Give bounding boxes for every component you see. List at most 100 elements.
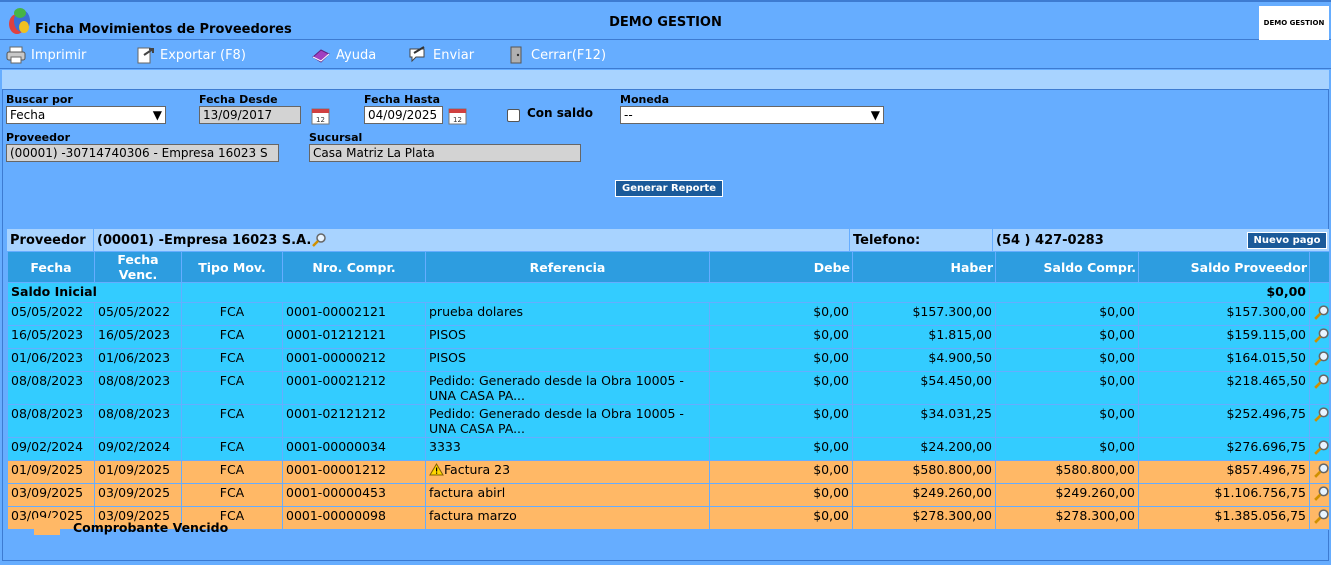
cell-saldo-proveedor: $164.015,50: [1138, 348, 1310, 372]
cell-referencia: Pedido: Generado desde la Obra 10005 - U…: [425, 404, 710, 438]
con-saldo-checkbox[interactable]: [507, 109, 520, 122]
cell-referencia: factura abirl: [425, 483, 710, 507]
fecha-hasta-label: Fecha Hasta: [364, 93, 440, 106]
fecha-desde-field[interactable]: 13/09/2017: [199, 106, 301, 124]
cell-tipo: FCA: [181, 404, 283, 438]
cell-referencia: Pedido: Generado desde la Obra 10005 - U…: [425, 371, 710, 405]
help-button[interactable]: Ayuda: [311, 44, 376, 66]
send-button[interactable]: Enviar: [408, 44, 474, 66]
magnifier-icon[interactable]: [1313, 304, 1330, 321]
provider-bar-label: Proveedor: [7, 229, 94, 251]
close-label: Cerrar(F12): [531, 47, 607, 63]
cell-tipo: FCA: [181, 325, 283, 349]
referencia-text: Factura 23: [444, 462, 511, 477]
cell-haber: $34.031,25: [852, 404, 996, 438]
buscar-por-select[interactable]: Fecha ▼: [6, 106, 166, 124]
col-referencia[interactable]: Referencia: [425, 251, 710, 283]
table-row[interactable]: 01/06/2023 01/06/2023 FCA 0001-00000212 PISO…: [7, 348, 1330, 372]
cell-view[interactable]: [1309, 302, 1330, 326]
export-icon: [137, 47, 154, 64]
moneda-select[interactable]: -- ▼: [620, 106, 884, 124]
referencia-text: PISOS: [429, 327, 466, 342]
magnifier-icon[interactable]: [1313, 485, 1330, 502]
print-button[interactable]: Imprimir: [6, 44, 86, 66]
new-payment-button[interactable]: Nuevo pago: [1247, 232, 1327, 249]
col-fecha[interactable]: Fecha: [7, 251, 95, 283]
cell-haber: $1.815,00: [852, 325, 996, 349]
cell-debe: $0,00: [709, 506, 853, 530]
cell-saldo-proveedor: $252.496,75: [1138, 404, 1310, 438]
cell-nro: 0001-00000034: [282, 437, 426, 461]
calendar-icon[interactable]: 12: [310, 106, 332, 126]
sucursal-field[interactable]: Casa Matriz La Plata: [309, 144, 581, 162]
cell-nro: 0001-00000453: [282, 483, 426, 507]
cell-fecha-venc: 03/09/2025: [94, 483, 182, 507]
buscar-por-label: Buscar por: [6, 93, 73, 106]
col-tipo-mov[interactable]: Tipo Mov.: [181, 251, 283, 283]
cell-tipo: FCA: [181, 348, 283, 372]
table-row[interactable]: 08/08/2023 08/08/2023 FCA 0001-00021212 Pedi…: [7, 371, 1330, 405]
table-row[interactable]: 03/09/2025 03/09/2025 FCA 0001-00000453 fact…: [7, 483, 1330, 507]
cell-fecha: 16/05/2023: [7, 325, 95, 349]
proveedor-field[interactable]: (00001) -30714740306 - Empresa 16023 S: [6, 144, 279, 162]
proveedor-label: Proveedor: [6, 131, 70, 144]
referencia-text: 3333: [429, 439, 461, 454]
help-label: Ayuda: [336, 47, 377, 63]
magnifier-icon[interactable]: [1313, 508, 1330, 525]
cell-haber: $24.200,00: [852, 437, 996, 461]
legend-label: Comprobante Vencido: [73, 520, 229, 535]
cell-fecha-venc: 05/05/2022: [94, 302, 182, 326]
col-fecha-venc[interactable]: Fecha Venc.: [94, 251, 182, 283]
col-debe[interactable]: Debe: [709, 251, 853, 283]
table-row[interactable]: 05/05/2022 05/05/2022 FCA 0001-00002121 prue…: [7, 302, 1330, 326]
cell-saldo-compr: $0,00: [995, 348, 1139, 372]
magnifier-icon[interactable]: [311, 232, 327, 248]
col-saldo-proveedor[interactable]: Saldo Proveedor: [1138, 251, 1310, 283]
magnifier-icon[interactable]: [1313, 373, 1330, 390]
table-row[interactable]: 09/02/2024 09/02/2024 FCA 0001-00000034 3333…: [7, 437, 1330, 461]
magnifier-icon[interactable]: [1313, 406, 1330, 423]
cell-view[interactable]: [1309, 483, 1330, 507]
referencia-text: factura marzo: [429, 508, 517, 523]
cell-saldo-compr: $580.800,00: [995, 460, 1139, 484]
cell-view[interactable]: [1309, 348, 1330, 372]
title-bar: Ficha Movimientos de Proveedores DEMO GE…: [0, 0, 1331, 40]
cell-referencia: PISOS: [425, 325, 710, 349]
col-saldo-compr[interactable]: Saldo Compr.: [995, 251, 1139, 283]
col-nro-compr[interactable]: Nro. Compr.: [282, 251, 426, 283]
table-header-row: Fecha Fecha Venc. Tipo Mov. Nro. Compr. …: [7, 251, 1330, 283]
cell-tipo: FCA: [181, 460, 283, 484]
legend-swatch: [34, 518, 60, 535]
cell-view[interactable]: [1309, 371, 1330, 405]
calendar-icon[interactable]: 12: [447, 106, 469, 126]
fecha-hasta-field[interactable]: 04/09/2025: [364, 106, 443, 124]
col-haber[interactable]: Haber: [852, 251, 996, 283]
cell-debe: $0,00: [709, 483, 853, 507]
magnifier-icon[interactable]: [1313, 439, 1330, 456]
cell-haber: $278.300,00: [852, 506, 996, 530]
generate-report-button[interactable]: Generar Reporte: [615, 180, 723, 197]
cell-view[interactable]: [1309, 437, 1330, 461]
chevron-down-icon: ▼: [870, 108, 880, 122]
export-button[interactable]: Exportar (F8): [135, 44, 246, 66]
table-row[interactable]: 08/08/2023 08/08/2023 FCA 0001-02121212 Pedi…: [7, 404, 1330, 438]
table-row[interactable]: 01/09/2025 01/09/2025 FCA 0001-00001212 Fact…: [7, 460, 1330, 484]
cell-debe: $0,00: [709, 325, 853, 349]
moneda-label: Moneda: [620, 93, 670, 106]
print-label: Imprimir: [31, 47, 87, 63]
cell-haber: $157.300,00: [852, 302, 996, 326]
cell-view[interactable]: [1309, 404, 1330, 438]
close-button[interactable]: Cerrar(F12): [506, 44, 606, 66]
cell-view[interactable]: [1309, 325, 1330, 349]
report-area: Buscar por Fecha ▼ Fecha Desde 13/09/201…: [2, 89, 1330, 561]
table-row[interactable]: 16/05/2023 16/05/2023 FCA 0001-01212121 PISO…: [7, 325, 1330, 349]
cell-fecha: 01/06/2023: [7, 348, 95, 372]
cell-saldo-proveedor: $157.300,00: [1138, 302, 1310, 326]
cell-view[interactable]: [1309, 506, 1330, 530]
referencia-text: factura abirl: [429, 485, 506, 500]
magnifier-icon[interactable]: [1313, 327, 1330, 344]
help-book-icon: [312, 49, 330, 63]
magnifier-icon[interactable]: [1313, 350, 1330, 367]
magnifier-icon[interactable]: [1313, 462, 1330, 479]
cell-view[interactable]: [1309, 460, 1330, 484]
